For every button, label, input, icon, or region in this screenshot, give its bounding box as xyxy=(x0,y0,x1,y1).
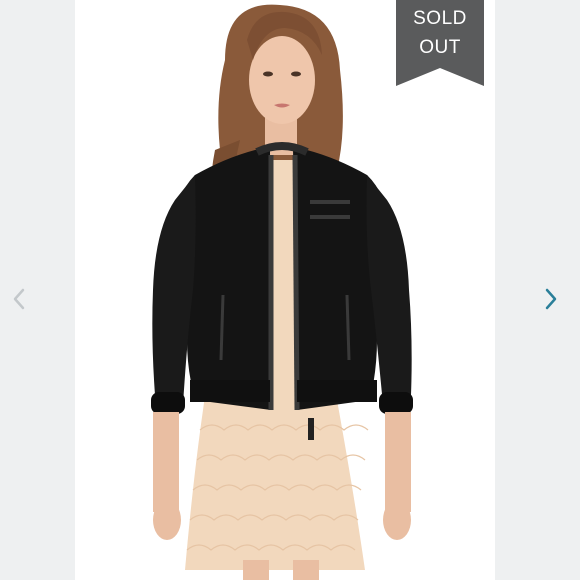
left-forearm xyxy=(153,412,179,512)
jacket-hem-left xyxy=(190,380,270,402)
face xyxy=(249,36,315,124)
chevron-right-icon xyxy=(545,288,557,310)
zip-pull xyxy=(308,418,314,440)
chevron-left-icon xyxy=(13,288,25,310)
previous-photo-button[interactable] xyxy=(4,282,34,316)
chest-zip-1 xyxy=(310,200,350,204)
right-forearm xyxy=(385,412,411,512)
next-photo-button[interactable] xyxy=(536,282,566,316)
side-zip-left xyxy=(219,294,225,361)
left-eye xyxy=(263,71,273,77)
side-zip-right xyxy=(345,294,351,361)
left-leg xyxy=(243,560,269,580)
jacket-hem-right xyxy=(297,380,377,402)
right-leg xyxy=(293,560,319,580)
product-photo-illustration xyxy=(151,4,413,580)
sold-out-line-1: SOLD xyxy=(413,8,467,29)
front-zip-right xyxy=(292,154,300,411)
right-eye xyxy=(291,71,301,77)
sold-out-label: SOLD OUT xyxy=(396,4,484,62)
left-cuff xyxy=(151,392,185,414)
sold-out-line-2: OUT xyxy=(419,37,461,58)
right-cuff xyxy=(379,392,413,414)
product-photo xyxy=(75,0,495,580)
chest-zip-2 xyxy=(310,215,350,219)
